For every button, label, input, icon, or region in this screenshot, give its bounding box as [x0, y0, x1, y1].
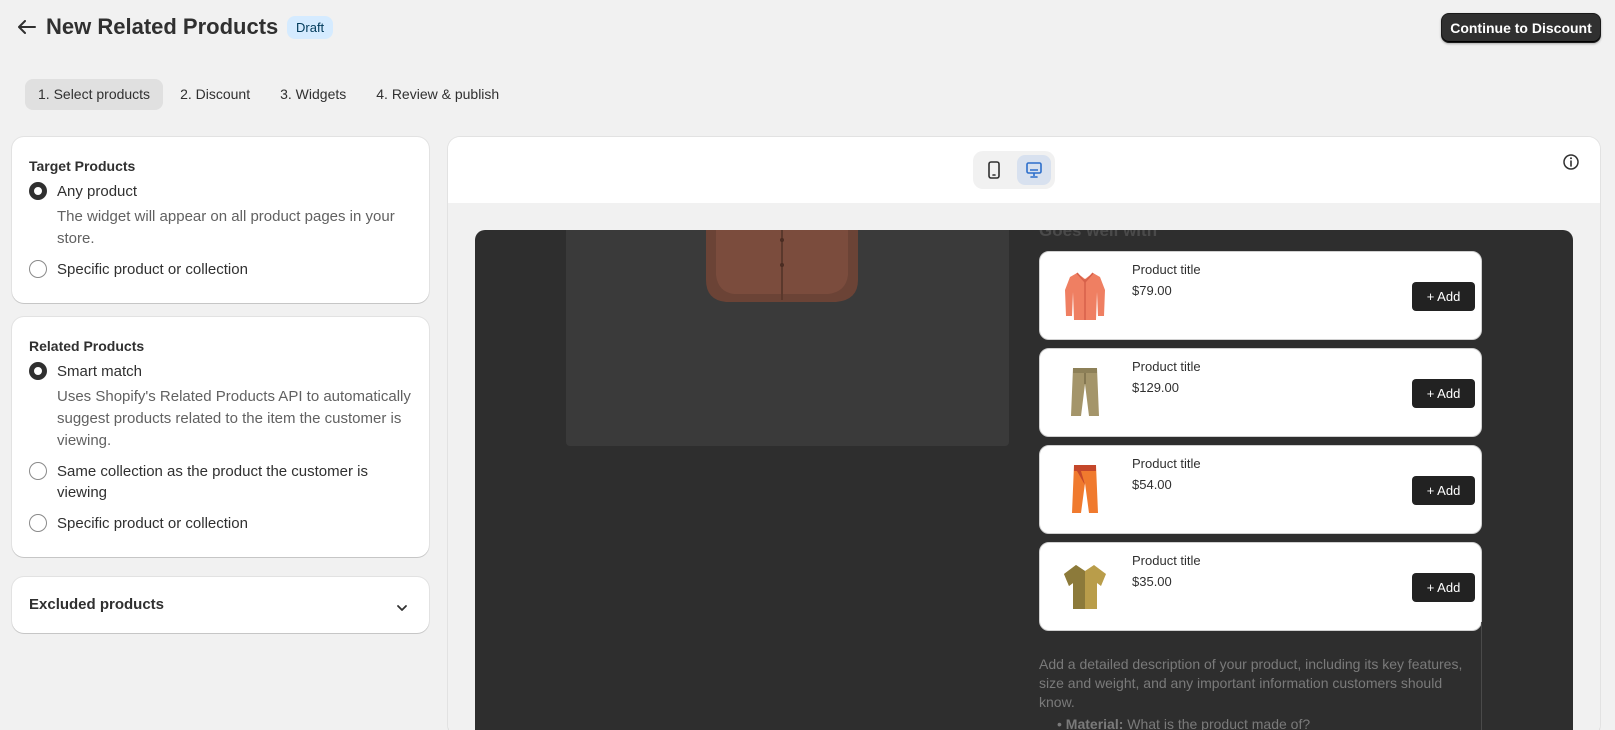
desktop-icon[interactable]: [1017, 155, 1051, 185]
add-product-button[interactable]: + Add: [1412, 282, 1475, 311]
radio-specific-product-related[interactable]: Specific product or collection: [29, 513, 407, 534]
add-product-button[interactable]: + Add: [1412, 379, 1475, 408]
smart-match-help-text: Uses Shopify's Related Products API to a…: [57, 388, 411, 449]
product-price: $79.00: [1132, 283, 1172, 298]
mobile-icon[interactable]: [977, 155, 1011, 185]
pants-icon: [1056, 460, 1114, 520]
bullet-label: Material:: [1065, 716, 1124, 730]
related-products-heading: Related Products: [29, 338, 145, 354]
description-bullet: • Material: What is the product made of?: [1057, 716, 1311, 730]
radio-specific-product-target[interactable]: Specific product or collection: [29, 259, 407, 280]
radio-button[interactable]: [29, 362, 47, 380]
radio-button[interactable]: [29, 182, 47, 200]
preview-toolbar: [448, 137, 1600, 203]
tab-widgets[interactable]: 3. Widgets: [267, 79, 359, 110]
target-products-heading: Target Products: [29, 158, 136, 174]
tab-discount[interactable]: 2. Discount: [167, 79, 263, 110]
storefront-preview: Goes well with Product title $79.00 + Ad…: [475, 230, 1573, 730]
continue-to-discount-button[interactable]: Continue to Discount: [1441, 13, 1601, 43]
related-product-card: Product title $79.00 + Add: [1039, 251, 1482, 340]
radio-button[interactable]: [29, 260, 47, 278]
product-title: Product title: [1132, 262, 1201, 277]
radio-label: Smart match: [57, 363, 143, 380]
any-product-help-text: The widget will appear on all product pa…: [57, 208, 395, 247]
radio-label: Any product: [57, 183, 138, 200]
tab-review-publish[interactable]: 4. Review & publish: [363, 79, 512, 110]
chevron-down-icon: [396, 599, 408, 617]
radio-label: Specific product or collection: [57, 261, 248, 278]
product-title: Product title: [1132, 359, 1201, 374]
back-arrow-icon[interactable]: [16, 16, 38, 38]
radio-any-product[interactable]: Any product: [29, 181, 407, 202]
shirt-icon: [1056, 266, 1114, 326]
radio-smart-match[interactable]: Smart match: [29, 361, 407, 382]
bullet-text: What is the product made of?: [1127, 716, 1311, 730]
status-badge: Draft: [287, 16, 334, 39]
related-product-card: Product title $54.00 + Add: [1039, 445, 1482, 534]
radio-label: Same collection as the product the custo…: [57, 463, 368, 501]
goes-well-with-heading: Goes well with: [1039, 230, 1158, 240]
product-description: Add a detailed description of your produ…: [1039, 656, 1463, 710]
product-price: $54.00: [1132, 477, 1172, 492]
add-product-button[interactable]: + Add: [1412, 476, 1475, 505]
add-product-button[interactable]: + Add: [1412, 573, 1475, 602]
radio-same-collection[interactable]: Same collection as the product the custo…: [29, 461, 407, 503]
radio-button[interactable]: [29, 462, 47, 480]
target-products-card: Target Products Any product The widget w…: [12, 137, 429, 303]
product-price: $35.00: [1132, 574, 1172, 589]
divider: [1481, 622, 1482, 730]
excluded-products-label: Excluded products: [29, 596, 165, 613]
tab-select-products[interactable]: 1. Select products: [25, 79, 164, 110]
excluded-products-collapsible[interactable]: Excluded products: [12, 577, 429, 633]
page-header: New Related Products Draft Continue to D…: [0, 0, 1615, 56]
trousers-icon: [1056, 363, 1114, 423]
related-product-card: Product title $129.00 + Add: [1039, 348, 1482, 437]
page-title: New Related Products: [46, 14, 279, 39]
device-toggle: [973, 151, 1055, 189]
product-price: $129.00: [1132, 380, 1179, 395]
info-icon[interactable]: [1562, 153, 1580, 176]
radio-button[interactable]: [29, 514, 47, 532]
radio-label: Specific product or collection: [57, 515, 248, 532]
tshirt-icon: [1056, 557, 1114, 617]
product-title: Product title: [1132, 456, 1201, 471]
step-tabs: 1. Select products 2. Discount 3. Widget…: [25, 79, 516, 110]
product-title: Product title: [1132, 553, 1201, 568]
related-product-card: Product title $35.00 + Add: [1039, 542, 1482, 631]
related-products-card: Related Products Smart match Uses Shopif…: [12, 317, 429, 557]
product-hero-image: [566, 230, 1009, 446]
